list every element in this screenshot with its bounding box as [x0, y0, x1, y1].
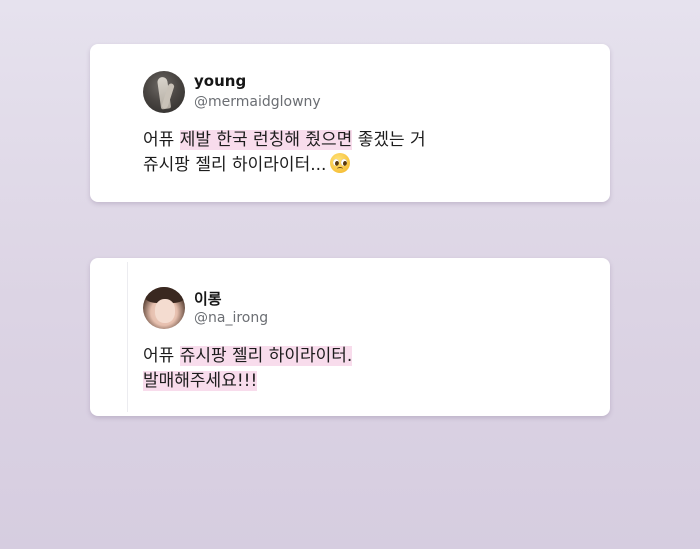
user-avatar[interactable] [143, 287, 185, 329]
avatar-face [155, 299, 175, 323]
display-name[interactable]: 이롱 [194, 288, 222, 309]
display-name[interactable]: young [194, 72, 246, 90]
tweet-text-plain: 어퓨 [143, 130, 180, 150]
tweet-text: 어퓨 제발 한국 런칭해 줬으면 좋겠는 거 쥬시팡 젤리 하이라이터... [143, 128, 426, 178]
tweet-text-highlight: 제발 한국 런칭해 줬으면 [179, 130, 353, 150]
tweet-card[interactable]: 이롱 @na_irong 어퓨 쥬시팡 젤리 하이라이터. 발매해주세요!!! [90, 258, 610, 416]
tweet-text-plain: 쥬시팡 젤리 하이라이터... [143, 155, 327, 175]
tweet-text-highlight: 쥬시팡 젤리 하이라이터. [179, 346, 353, 366]
tweet-text-highlight: 발매해주세요!!! [143, 371, 258, 391]
quote-divider [127, 262, 128, 412]
tweet-text: 어퓨 쥬시팡 젤리 하이라이터. 발매해주세요!!! [143, 344, 353, 394]
tweet-card[interactable]: young @mermaidglowny 어퓨 제발 한국 런칭해 줬으면 좋겠… [90, 44, 610, 202]
tweet-text-line-1: 어퓨 제발 한국 런칭해 줬으면 좋겠는 거 [143, 128, 426, 153]
tweet-text-plain: 어퓨 [143, 346, 180, 366]
tweet-text-line-1: 어퓨 쥬시팡 젤리 하이라이터. [143, 344, 353, 369]
tweet-text-plain: 좋겠는 거 [352, 130, 426, 150]
user-handle[interactable]: @na_irong [194, 310, 268, 326]
tweet-text-line-2: 발매해주세요!!! [143, 369, 352, 394]
user-avatar[interactable] [143, 71, 185, 113]
tweet-text-line-2: 쥬시팡 젤리 하이라이터... [143, 153, 426, 178]
pleading-face-icon [330, 153, 351, 173]
user-handle[interactable]: @mermaidglowny [194, 94, 321, 110]
